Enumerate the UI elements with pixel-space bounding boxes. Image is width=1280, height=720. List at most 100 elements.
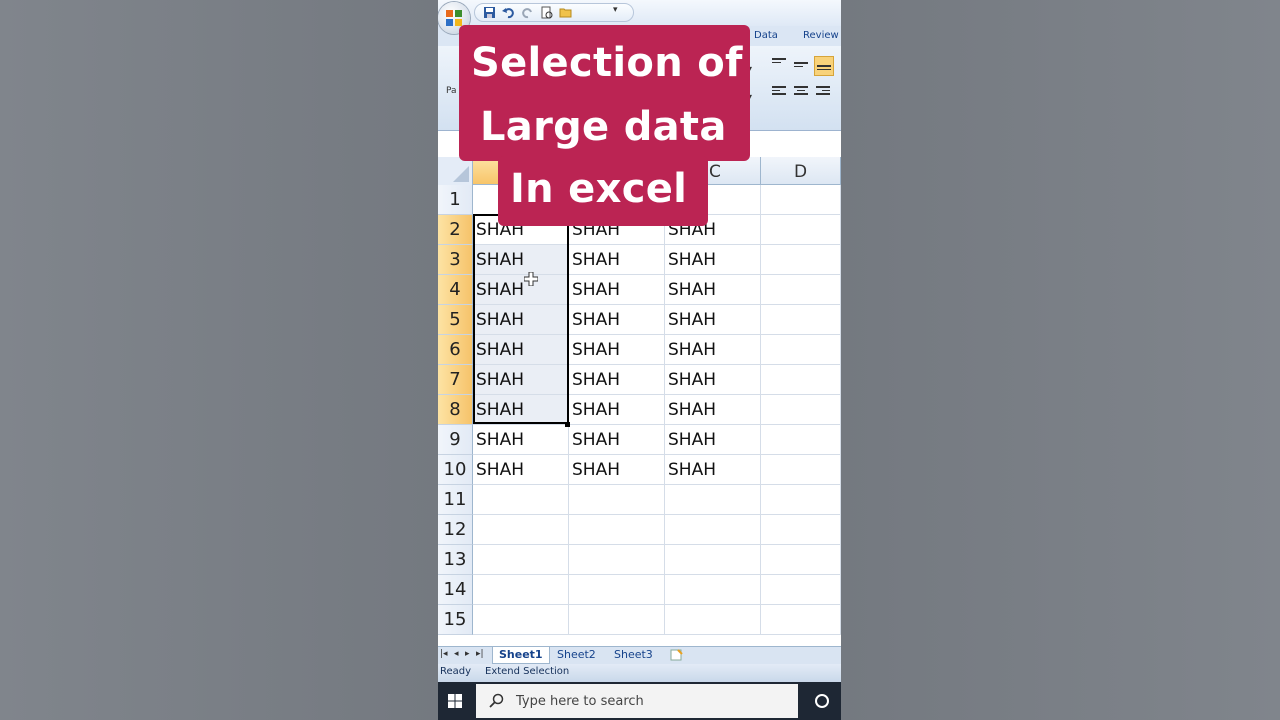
cell[interactable]: [761, 215, 841, 245]
row-header-12[interactable]: 12: [438, 515, 473, 545]
cell[interactable]: [473, 515, 569, 545]
cell[interactable]: [569, 605, 665, 635]
cell[interactable]: SHAH: [473, 455, 569, 485]
cell[interactable]: [569, 545, 665, 575]
cell[interactable]: SHAH: [569, 335, 665, 365]
align-center-icon[interactable]: [792, 84, 810, 102]
cell[interactable]: SHAH: [665, 365, 761, 395]
cell[interactable]: SHAH: [665, 455, 761, 485]
cell[interactable]: [761, 395, 841, 425]
cell[interactable]: SHAH: [569, 245, 665, 275]
tab-review[interactable]: Review: [803, 30, 839, 41]
row-header-15[interactable]: 15: [438, 605, 473, 635]
cell[interactable]: [761, 365, 841, 395]
cell[interactable]: SHAH: [569, 275, 665, 305]
cell[interactable]: SHAH: [473, 245, 569, 275]
cell[interactable]: SHAH: [665, 275, 761, 305]
cell[interactable]: SHAH: [473, 335, 569, 365]
column-header-d[interactable]: D: [761, 157, 841, 185]
align-top-icon[interactable]: [770, 56, 788, 74]
qat-customize-icon[interactable]: ▾: [613, 5, 618, 15]
cell[interactable]: [473, 605, 569, 635]
cell[interactable]: SHAH: [569, 455, 665, 485]
fill-handle[interactable]: [565, 422, 570, 427]
cell[interactable]: [665, 575, 761, 605]
title-line-1: Selection of: [471, 40, 743, 86]
cell[interactable]: SHAH: [473, 395, 569, 425]
cell[interactable]: [761, 335, 841, 365]
cell[interactable]: SHAH: [665, 425, 761, 455]
row-header-13[interactable]: 13: [438, 545, 473, 575]
cell[interactable]: SHAH: [569, 425, 665, 455]
cell[interactable]: SHAH: [473, 425, 569, 455]
cell[interactable]: [569, 485, 665, 515]
cell[interactable]: [665, 605, 761, 635]
cell[interactable]: [665, 515, 761, 545]
next-sheet-icon[interactable]: ▸: [465, 649, 470, 659]
prev-sheet-icon[interactable]: ◂: [454, 649, 459, 659]
row-header-5[interactable]: 5: [438, 305, 473, 335]
cell[interactable]: [761, 305, 841, 335]
select-all-corner[interactable]: [438, 157, 473, 186]
taskbar-search-box[interactable]: Type here to search: [476, 684, 798, 718]
tab-sheet2[interactable]: Sheet2: [557, 647, 596, 663]
paste-button[interactable]: Pa: [446, 86, 457, 96]
cell[interactable]: SHAH: [665, 245, 761, 275]
cell[interactable]: SHAH: [569, 395, 665, 425]
print-preview-icon[interactable]: [540, 6, 553, 19]
cell[interactable]: [473, 575, 569, 605]
cell[interactable]: [761, 185, 841, 215]
cell[interactable]: [761, 485, 841, 515]
align-middle-icon[interactable]: [792, 56, 810, 74]
cell[interactable]: SHAH: [473, 305, 569, 335]
cell[interactable]: [665, 545, 761, 575]
cell[interactable]: SHAH: [665, 395, 761, 425]
cell[interactable]: [761, 575, 841, 605]
cell[interactable]: SHAH: [569, 365, 665, 395]
tab-sheet3[interactable]: Sheet3: [614, 647, 653, 663]
cell[interactable]: [665, 485, 761, 515]
redo-icon[interactable]: [521, 6, 534, 19]
excel-window: ▾ Data Review Pa ▾ ▾ C D 1 2 SHAH SHAH SHAH 3…: [438, 0, 841, 720]
cell[interactable]: [761, 275, 841, 305]
row-header-14[interactable]: 14: [438, 575, 473, 605]
row-header-10[interactable]: 10: [438, 455, 473, 485]
align-left-icon[interactable]: [770, 84, 788, 102]
cell[interactable]: [761, 545, 841, 575]
cell[interactable]: SHAH: [473, 365, 569, 395]
cell[interactable]: [761, 425, 841, 455]
cell[interactable]: [761, 605, 841, 635]
cell[interactable]: [761, 245, 841, 275]
row-header-3[interactable]: 3: [438, 245, 473, 275]
last-sheet-icon[interactable]: ▸|: [476, 649, 484, 659]
row-header-6[interactable]: 6: [438, 335, 473, 365]
cell[interactable]: [761, 515, 841, 545]
row-header-4[interactable]: 4: [438, 275, 473, 305]
cell[interactable]: [761, 455, 841, 485]
cell[interactable]: SHAH: [569, 305, 665, 335]
tab-data[interactable]: Data: [754, 30, 778, 41]
windows-start-icon[interactable]: [448, 694, 462, 708]
cell[interactable]: SHAH: [665, 305, 761, 335]
cortana-icon[interactable]: [815, 694, 829, 708]
row-header-1[interactable]: 1: [438, 185, 473, 215]
insert-sheet-icon[interactable]: [670, 649, 684, 661]
cell[interactable]: SHAH: [665, 335, 761, 365]
save-icon[interactable]: [483, 6, 496, 19]
open-folder-icon[interactable]: [559, 6, 572, 19]
cell[interactable]: SHAH: [473, 275, 569, 305]
row-header-11[interactable]: 11: [438, 485, 473, 515]
row-header-7[interactable]: 7: [438, 365, 473, 395]
cell[interactable]: [569, 515, 665, 545]
align-bottom-icon[interactable]: [814, 56, 834, 76]
cell[interactable]: [473, 485, 569, 515]
first-sheet-icon[interactable]: |◂: [440, 649, 448, 659]
row-header-9[interactable]: 9: [438, 425, 473, 455]
row-header-8[interactable]: 8: [438, 395, 473, 425]
cell[interactable]: [473, 545, 569, 575]
undo-icon[interactable]: [502, 6, 515, 19]
cell[interactable]: [569, 575, 665, 605]
row-header-2[interactable]: 2: [438, 215, 473, 245]
align-right-icon[interactable]: [814, 84, 832, 102]
tab-sheet1[interactable]: Sheet1: [492, 647, 550, 664]
